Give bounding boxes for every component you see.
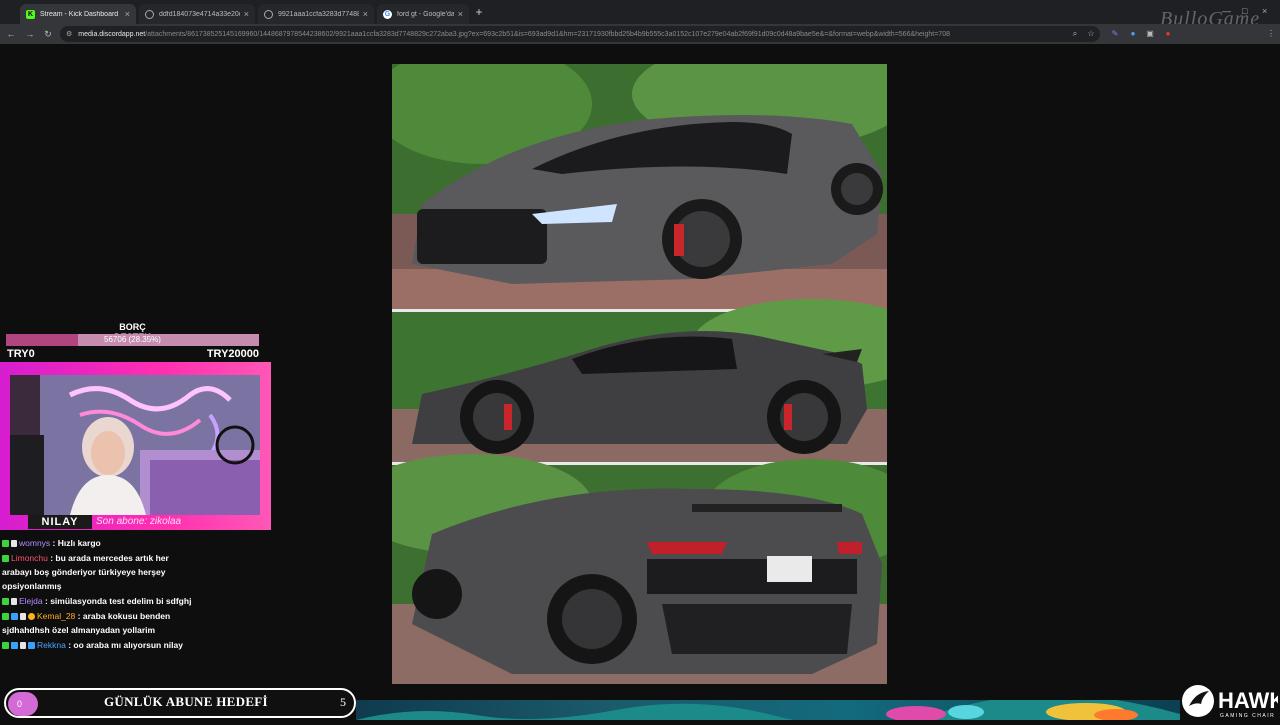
chat-text: Hızlı kargo [57, 538, 101, 548]
bottom-decor-strip [356, 700, 1180, 720]
forward-icon[interactable]: → [24, 28, 36, 40]
car-photo-rear [392, 454, 887, 684]
url-host: media.discordapp.net [78, 30, 146, 38]
new-tab-button[interactable]: + [472, 5, 486, 19]
chat-text: simülasyonda test edelim bi sdfghj [50, 596, 192, 606]
kick-badge-icon [2, 540, 9, 547]
goal-label: GÜNLÜK ABUNE HEDEFİ [104, 694, 268, 709]
streamer-name: NILAY [28, 515, 92, 529]
chat-separator: : [50, 538, 58, 548]
sub-badge-icon [11, 613, 18, 620]
close-icon[interactable]: × [125, 9, 130, 19]
menu-icon[interactable]: ⋮ [1266, 29, 1276, 39]
tab-kick-dashboard[interactable]: K Stream - Kick Dashboard × [20, 4, 136, 24]
tab-google-search[interactable]: G ford gt - Google'da Ara × [377, 4, 469, 24]
close-icon[interactable]: × [244, 9, 249, 19]
tab-discord-image-2[interactable]: 9921aaa1ccfa3283d7748829c272 × [258, 4, 374, 24]
close-icon[interactable]: × [458, 9, 463, 19]
close-window-icon[interactable]: × [1262, 6, 1267, 16]
tab-title: ddfd184073e4714a33e20c7ba0f [159, 10, 240, 18]
sponsor-logo: HAWK GAMING CHAIR [1182, 682, 1280, 720]
chat-username[interactable]: womnys [19, 538, 50, 548]
mod-badge-icon [11, 540, 17, 547]
address-bar[interactable]: ⚙ media.discordapp.net/attachments/86173… [60, 26, 1100, 42]
chat-username[interactable]: Elejda [19, 596, 43, 606]
car-photo-side [392, 299, 887, 462]
kick-badge-icon [2, 555, 9, 562]
extension-icon[interactable]: ● [1128, 29, 1138, 39]
close-icon[interactable]: × [363, 9, 368, 19]
browser-tab-strip: K Stream - Kick Dashboard × ddfd184073e4… [0, 0, 1280, 24]
mod-badge-icon [11, 598, 17, 605]
globe-icon [145, 9, 154, 19]
sub-badge-icon [11, 642, 18, 649]
extension-red-icon[interactable]: ● [1163, 29, 1173, 39]
tab-discord-image-1[interactable]: ddfd184073e4714a33e20c7ba0f × [139, 4, 255, 24]
chat-username[interactable]: Limonchu [11, 553, 48, 563]
browser-toolbar: ← → ↻ ⚙ media.discordapp.net/attachments… [0, 24, 1280, 44]
donation-max-label: TRY20000 [206, 348, 259, 360]
tab-title: Stream - Kick Dashboard [40, 10, 119, 18]
extension-lock-icon[interactable]: ▣ [1145, 29, 1155, 39]
last-subscriber: Son abone: zikolaa [96, 516, 182, 527]
zoom-icon[interactable]: ⌕ [1070, 29, 1080, 39]
google-icon: G [383, 9, 392, 19]
mod-badge-icon [20, 642, 26, 649]
chat-separator: : [75, 611, 83, 621]
mod-badge-icon [20, 613, 26, 620]
gift-badge-icon [28, 613, 35, 620]
extension-pen-icon[interactable]: ✎ [1110, 29, 1120, 39]
site-info-icon[interactable]: ⚙ [66, 30, 72, 38]
chat-message: Kemal_28 : araba kokusu benden sjdhahdhs… [2, 609, 192, 637]
chat-username[interactable]: Kemal_28 [37, 611, 75, 621]
sponsor-tagline: GAMING CHAIR [1220, 713, 1275, 719]
chat-text: oo araba mı alıyorsun nilay [73, 640, 183, 650]
url-path: /attachments/861738525145169960/14486879… [145, 30, 950, 38]
kick-badge-icon [2, 598, 9, 605]
chat-overlay: womnys : Hızlı kargo Limonchu : bu arada … [2, 536, 192, 653]
chat-message: Elejda : simülasyonda test edelim bi sdf… [2, 594, 192, 608]
tab-title: 9921aaa1ccfa3283d7748829c272 [278, 10, 359, 18]
chat-message: Rekkna : oo araba mı alıyorsun nilay [2, 638, 192, 652]
goal-target-count: 5 [340, 695, 346, 709]
webcam-feed [10, 375, 260, 515]
kick-badge-icon [2, 642, 9, 649]
chat-message: Limonchu : bu arada mercedes artık her a… [2, 551, 192, 593]
car-photo-front [392, 64, 887, 309]
chat-username[interactable]: Rekkna [37, 640, 66, 650]
daily-sub-goal: 0 GÜNLÜK ABUNE HEDEFİ 5 [4, 688, 356, 718]
bookmark-star-icon[interactable]: ☆ [1086, 29, 1096, 39]
kick-icon: K [26, 9, 35, 19]
chat-message: womnys : Hızlı kargo [2, 536, 192, 550]
donation-min-label: TRY0 [7, 348, 35, 360]
donation-progress-bar: 56706 (28.35%) [6, 334, 259, 346]
sub-badge-icon [28, 642, 35, 649]
car-photo-collage[interactable] [392, 64, 887, 684]
donation-progress-text: 56706 (28.35%) [104, 335, 161, 344]
goal-current-count: 0 [8, 692, 38, 716]
globe-icon [264, 9, 273, 19]
kick-badge-icon [2, 613, 9, 620]
sponsor-name: HAWK [1218, 688, 1278, 713]
tab-title: ford gt - Google'da Ara [397, 10, 454, 18]
back-icon[interactable]: ← [5, 28, 17, 40]
reload-icon[interactable]: ↻ [42, 28, 54, 40]
